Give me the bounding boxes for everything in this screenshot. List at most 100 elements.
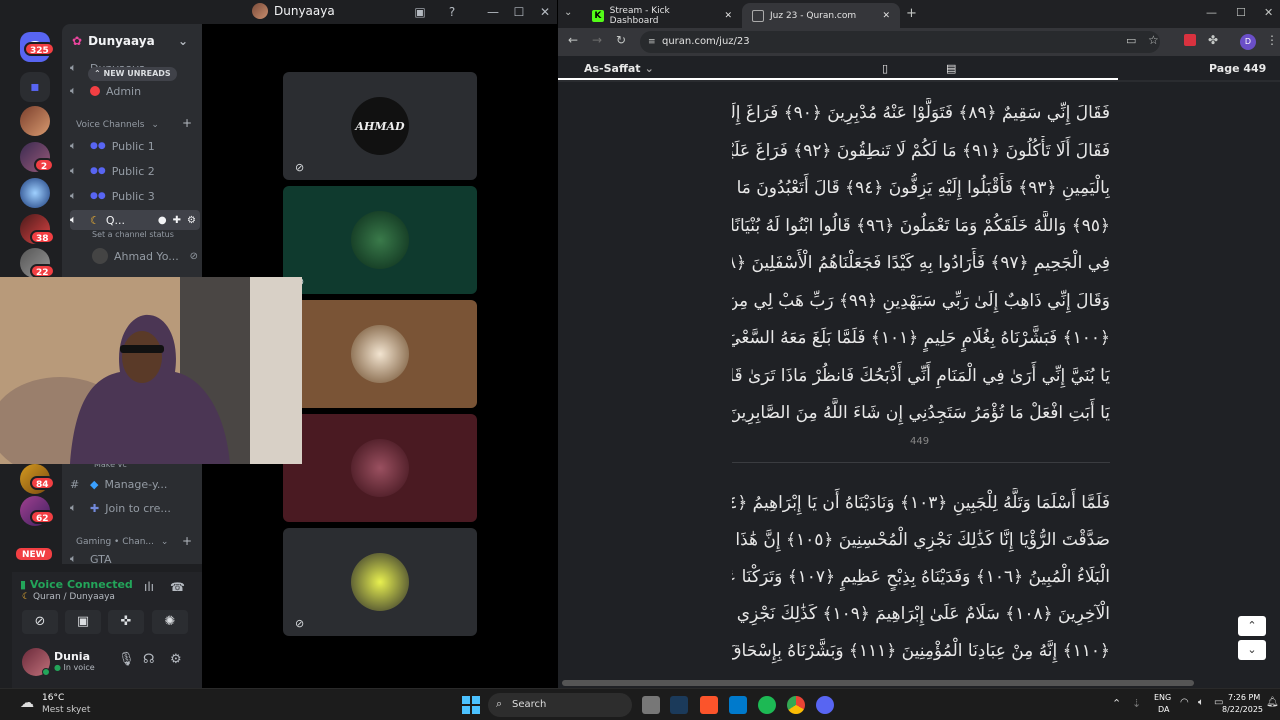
inbox-icon[interactable]: ▣ xyxy=(412,4,428,20)
gear-icon[interactable]: ⚙ xyxy=(187,215,196,226)
bookmark-star-icon[interactable]: ☆ xyxy=(1148,33,1159,47)
ayah-line[interactable]: صَدَّقْتَ الرُّؤْيَا إِنَّا كَذَٰلِكَ نَ… xyxy=(732,525,1110,555)
ayah-line[interactable]: الْآخِرِينَ ﴿١٠٨﴾ سَلَامٌ عَلَىٰ إِبْرَا… xyxy=(732,599,1110,629)
new-tab-icon[interactable]: + xyxy=(906,6,917,21)
voice-channel-gta[interactable]: 🔈︎ GTA xyxy=(70,552,200,566)
ayah-line[interactable]: الْبَلَاءُ الْمُبِينُ ﴿١٠٦﴾ وَفَدَيْنَاه… xyxy=(732,562,1110,592)
headphones-icon[interactable]: ☊ xyxy=(143,652,155,667)
reload-icon[interactable]: ↻ xyxy=(616,33,626,47)
minimize-icon[interactable]: — xyxy=(1206,6,1217,19)
tab-kick-dashboard[interactable]: K Stream - Kick Dashboard ✕ xyxy=(582,3,742,28)
clock-time[interactable]: 7:26 PM xyxy=(1228,693,1260,702)
windows-start-icon[interactable] xyxy=(462,696,480,714)
menu-kebab-icon[interactable]: ⋮ xyxy=(1266,33,1278,47)
video-tile-4[interactable] xyxy=(283,414,477,522)
soundboard-button[interactable]: ✺ xyxy=(152,610,188,634)
voice-channel-public-1[interactable]: 🔈︎ ●● Public 1 xyxy=(70,136,200,156)
video-tile-ahmad[interactable]: AHMAD ⊘ xyxy=(283,72,477,180)
vscode-icon[interactable] xyxy=(729,696,747,714)
weather-temp[interactable]: 16°C xyxy=(42,693,64,703)
weather-cloud-icon[interactable]: ☁ xyxy=(20,695,34,711)
notification-bell-icon[interactable]: 🔔︎ xyxy=(1266,697,1279,708)
steam-icon[interactable] xyxy=(670,696,688,714)
tray-download-icon[interactable]: ⇣ xyxy=(1132,697,1141,710)
disconnect-icon[interactable]: ☎ xyxy=(170,580,185,594)
channel-status[interactable]: Set a channel status xyxy=(92,230,174,239)
discord-taskbar-icon[interactable] xyxy=(816,696,834,714)
voice-category[interactable]: Voice Channels ⌄ xyxy=(76,120,159,130)
clock-date[interactable]: 8/22/2025 xyxy=(1222,705,1263,714)
video-tile-5[interactable]: ⊘ xyxy=(283,528,477,636)
taskbar-search[interactable]: ⌕ Search xyxy=(488,693,632,717)
voice-channel-public-3[interactable]: 🔈︎ ●● Public 3 xyxy=(70,186,200,206)
reading-view-icon[interactable]: ▤ xyxy=(946,62,956,75)
screen-share-button[interactable]: ▣ xyxy=(65,610,101,634)
site-info-icon[interactable]: ≡ xyxy=(648,31,656,53)
surah-selector[interactable]: As-Saffat ⌄ xyxy=(584,62,654,75)
language-top[interactable]: ENG xyxy=(1154,693,1171,702)
ayah-line[interactable]: فَقَالَ أَلَا تَأْكُلُونَ ﴿٩١﴾ مَا لَكُم… xyxy=(732,136,1110,166)
server-icon-3[interactable] xyxy=(20,178,50,208)
new-unreads-pill[interactable]: ⌃ NEW UNREADS xyxy=(88,67,177,81)
minimize-icon[interactable]: — xyxy=(483,2,503,22)
help-icon[interactable]: ? xyxy=(444,4,460,20)
ayah-line[interactable]: ﴿١٠٠﴾ فَبَشَّرْنَاهُ بِغُلَامٍ حَلِيمٍ ﴿… xyxy=(732,323,1110,353)
maximize-icon[interactable]: ☐ xyxy=(509,2,529,22)
address-bar[interactable]: ≡ quran.com/juz/23 xyxy=(640,31,1160,53)
install-app-icon[interactable]: ▭ xyxy=(1126,34,1136,47)
direct-messages-icon[interactable]: ▪ xyxy=(20,72,50,102)
weather-desc[interactable]: Mest skyet xyxy=(42,705,90,715)
maximize-icon[interactable]: ☐ xyxy=(1236,6,1246,19)
video-tile-3[interactable] xyxy=(283,300,477,408)
wifi-icon[interactable]: ◠ xyxy=(1180,697,1189,708)
noise-suppression-icon[interactable]: ılı xyxy=(144,580,154,594)
extension-red-icon[interactable] xyxy=(1184,34,1196,46)
server-icon-1[interactable] xyxy=(20,106,50,136)
close-icon[interactable]: ✕ xyxy=(1264,6,1273,19)
ayah-line[interactable]: فَلَمَّا أَسْلَمَا وَتَلَّهُ لِلْجَبِينِ… xyxy=(732,488,1110,518)
voice-channel-quran[interactable]: 🔈︎ ☾ Q... ● ✚ ⚙ xyxy=(70,210,200,230)
voice-member[interactable]: Ahmad Yo... ⊘ xyxy=(92,246,198,266)
voice-channel-join[interactable]: 🔈︎ ✚ Join to cre... xyxy=(70,498,200,518)
gaming-category[interactable]: Gaming • Chan... ⌄ xyxy=(76,537,168,547)
ayah-line[interactable]: بِالْيَمِينِ ﴿٩٣﴾ فَأَقْبَلُوا إِلَيْهِ … xyxy=(732,173,1110,203)
ayah-line[interactable]: يَا بُنَيَّ إِنِّي أَرَىٰ فِي الْمَنَامِ… xyxy=(732,361,1110,391)
chat-icon[interactable]: ● xyxy=(158,215,167,226)
tab-close-icon[interactable]: ✕ xyxy=(882,11,890,21)
language-bottom[interactable]: DA xyxy=(1158,705,1170,714)
channel-admin[interactable]: 🔈︎ Admin xyxy=(70,81,200,101)
scroll-up-button[interactable]: ⌃ xyxy=(1238,616,1266,636)
add-channel-icon[interactable]: + xyxy=(182,116,192,130)
translation-view-icon[interactable]: ▯ xyxy=(882,62,888,75)
tab-search-icon[interactable]: ⌄ xyxy=(564,7,572,18)
spotify-icon[interactable] xyxy=(758,696,776,714)
microphone-icon[interactable]: 🎙︎ xyxy=(118,652,135,667)
brave-browser-icon[interactable] xyxy=(700,696,718,714)
activity-button[interactable]: ✜ xyxy=(108,610,144,634)
horizontal-scrollbar[interactable] xyxy=(562,680,1194,686)
task-view-icon[interactable] xyxy=(642,696,660,714)
profile-avatar[interactable]: D xyxy=(1240,34,1256,50)
username[interactable]: Dunia xyxy=(54,650,90,663)
add-channel-icon[interactable]: + xyxy=(182,534,192,548)
back-icon[interactable]: ← xyxy=(568,33,578,47)
camera-off-button[interactable]: ⊘ xyxy=(22,610,58,634)
new-badge[interactable]: NEW xyxy=(14,546,54,562)
chevron-down-icon[interactable]: ⌄ xyxy=(178,34,188,48)
server-header[interactable]: ✿ Dunyaaya ⌄ xyxy=(62,24,202,58)
voice-location[interactable]: ☾ Quran / Dunyaaya xyxy=(22,592,115,602)
voice-connected-status[interactable]: ▮ Voice Connected xyxy=(20,578,133,591)
ayah-line[interactable]: يَا أَبَتِ افْعَلْ مَا تُؤْمَرُ سَتَجِدُ… xyxy=(732,398,1110,428)
chrome-icon[interactable] xyxy=(787,696,805,714)
ayah-line[interactable]: ﴿٩٥﴾ وَاللَّهُ خَلَقَكُمْ وَمَا تَعْمَلُ… xyxy=(732,211,1110,241)
scroll-down-button[interactable]: ⌄ xyxy=(1238,640,1266,660)
video-tile-2[interactable]: ⊘ xyxy=(283,186,477,294)
ayah-line[interactable]: فَقَالَ إِنِّي سَقِيمٌ ﴿٨٩﴾ فَتَوَلَّوْا… xyxy=(732,98,1110,128)
tray-overflow-icon[interactable]: ⌃ xyxy=(1112,697,1121,710)
close-icon[interactable]: ✕ xyxy=(535,2,555,22)
voice-channel-public-2[interactable]: 🔈︎ ●● Public 2 xyxy=(70,161,200,181)
forward-icon[interactable]: → xyxy=(592,33,602,47)
ayah-line[interactable]: ﴿١١٠﴾ إِنَّهُ مِنْ عِبَادِنَا الْمُؤْمِن… xyxy=(732,636,1110,666)
settings-gear-icon[interactable]: ⚙ xyxy=(170,652,182,667)
text-channel-manage[interactable]: # ◆ Manage-y... xyxy=(70,474,200,494)
